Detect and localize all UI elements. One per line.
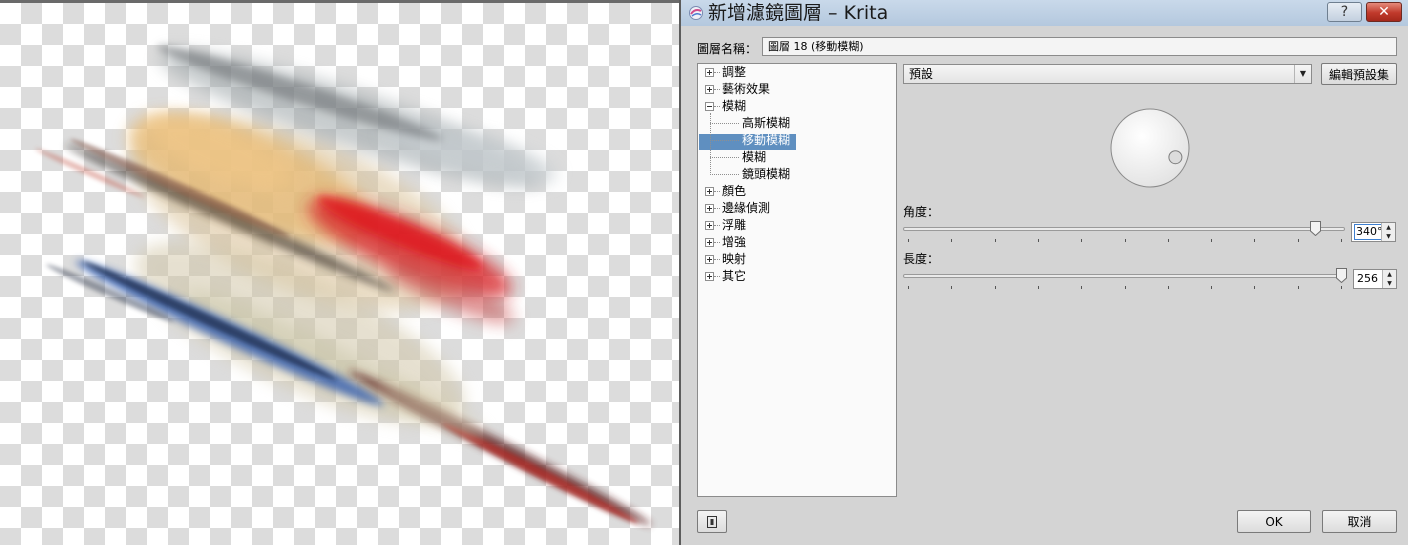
angle-slider-ticks: [908, 239, 1342, 243]
title-bar: 新增濾鏡圖層 – Krita ? ✕: [681, 0, 1408, 26]
spin-up-icon[interactable]: ▲: [1383, 270, 1396, 279]
tree-item-label: 鏡頭模糊: [742, 167, 791, 181]
tree-item-lens-blur[interactable]: 鏡頭模糊: [698, 166, 894, 183]
length-slider-handle[interactable]: [1336, 268, 1347, 283]
slider-tick: [1211, 239, 1212, 242]
angle-label: 角度：: [903, 205, 940, 219]
slider-tick: [1254, 239, 1255, 242]
motion-blur-preview-image: [35, 45, 652, 526]
tree-item-label: 其它: [722, 269, 747, 283]
length-label: 長度：: [903, 252, 940, 266]
tree-item-label: 顏色: [722, 184, 747, 198]
angle-spinbox[interactable]: 340° ▲ ▼: [1351, 222, 1396, 242]
cancel-label: 取消: [1347, 515, 1372, 529]
tree-item-other[interactable]: 其它: [698, 268, 894, 285]
tree-item-blur-filter[interactable]: 模糊: [698, 149, 894, 166]
slider-tick: [908, 286, 909, 289]
spin-down-icon[interactable]: ▼: [1382, 232, 1395, 241]
tree-item-label: 模糊: [722, 99, 747, 113]
tree-item-gaussian-blur[interactable]: 高斯模糊: [698, 115, 894, 132]
dial-knob[interactable]: [1168, 150, 1183, 165]
tree-item-label: 移動模糊: [742, 133, 791, 147]
expand-icon[interactable]: [705, 204, 714, 213]
angle-slider-handle[interactable]: [1310, 221, 1322, 236]
collapse-icon[interactable]: [705, 102, 714, 111]
preview-toggle-button[interactable]: [697, 510, 727, 533]
expand-icon[interactable]: [705, 255, 714, 264]
slider-tick: [995, 239, 996, 242]
expand-icon[interactable]: [705, 272, 714, 281]
preset-dropdown[interactable]: 預設 ▼: [903, 64, 1312, 84]
window-title: 新增濾鏡圖層 – Krita: [708, 2, 889, 24]
krita-icon: [689, 6, 703, 20]
length-slider[interactable]: [903, 274, 1347, 278]
slider-tick: [1211, 286, 1212, 289]
new-filter-layer-dialog: 新增濾鏡圖層 – Krita ? ✕ 圖層名稱： 圖層 18 (移動模糊) 調整…: [681, 0, 1408, 545]
slider-tick: [1298, 286, 1299, 289]
tree-item-label: 增強: [722, 235, 747, 249]
help-icon: ?: [1340, 4, 1349, 20]
slider-tick: [1298, 239, 1299, 242]
angle-value[interactable]: 340°: [1354, 224, 1385, 240]
expand-icon[interactable]: [705, 221, 714, 230]
filter-tree[interactable]: 調整 藝術效果 模糊 高斯模糊 移動模糊 模糊 鏡頭模糊 顏色 邊緣偵測 浮雕 …: [697, 63, 897, 497]
expand-icon[interactable]: [705, 85, 714, 94]
chevron-down-icon[interactable]: ▼: [1294, 65, 1311, 83]
length-value[interactable]: 256: [1357, 272, 1378, 286]
tree-item-label: 高斯模糊: [742, 116, 791, 130]
slider-tick: [1081, 286, 1082, 289]
slider-tick: [1125, 286, 1126, 289]
length-slider-ticks: [908, 286, 1342, 290]
slider-tick: [1168, 239, 1169, 242]
layer-name-label: 圖層名稱：: [697, 42, 758, 56]
preset-selected-value: 預設: [909, 67, 934, 81]
angle-slider[interactable]: [903, 227, 1345, 231]
slider-tick: [1168, 286, 1169, 289]
layer-name-input[interactable]: 圖層 18 (移動模糊): [762, 37, 1397, 56]
slider-tick: [908, 239, 909, 242]
edit-presets-label: 編輯預設集: [1328, 67, 1389, 82]
slider-tick: [951, 239, 952, 242]
tree-item-enhance[interactable]: 增強: [698, 234, 894, 251]
spin-down-icon[interactable]: ▼: [1383, 279, 1396, 288]
slider-tick: [1038, 286, 1039, 289]
slider-tick: [1254, 286, 1255, 289]
tree-item-adjust[interactable]: 調整: [698, 64, 894, 81]
tree-item-artistic[interactable]: 藝術效果: [698, 81, 894, 98]
expand-icon[interactable]: [705, 68, 714, 77]
preview-toggle-icon: [707, 515, 717, 528]
ok-button[interactable]: OK: [1237, 510, 1311, 533]
tree-item-edge-detection[interactable]: 邊緣偵測: [698, 200, 894, 217]
tree-item-label: 藝術效果: [722, 82, 771, 96]
slider-tick: [1038, 239, 1039, 242]
close-button[interactable]: ✕: [1366, 2, 1402, 22]
slider-tick: [995, 286, 996, 289]
edit-presets-button[interactable]: 編輯預設集: [1321, 63, 1397, 85]
tree-item-label: 映射: [722, 252, 747, 266]
tree-item-map[interactable]: 映射: [698, 251, 894, 268]
slider-tick: [1125, 239, 1126, 242]
tree-item-motion-blur[interactable]: 移動模糊: [698, 132, 894, 149]
tree-item-emboss[interactable]: 浮雕: [698, 217, 894, 234]
slider-tick: [951, 286, 952, 289]
close-icon: ✕: [1378, 4, 1390, 20]
tree-item-label: 模糊: [742, 150, 767, 164]
spin-up-icon[interactable]: ▲: [1382, 223, 1395, 232]
tree-item-label: 邊緣偵測: [722, 201, 771, 215]
slider-tick: [1341, 239, 1342, 242]
tree-item-label: 調整: [722, 65, 747, 79]
angle-dial[interactable]: [1109, 107, 1191, 189]
expand-icon[interactable]: [705, 238, 714, 247]
cancel-button[interactable]: 取消: [1322, 510, 1397, 533]
slider-tick: [1341, 286, 1342, 289]
slider-tick: [1081, 239, 1082, 242]
tree-item-label: 浮雕: [722, 218, 747, 232]
image-canvas[interactable]: [0, 0, 679, 545]
expand-icon[interactable]: [705, 187, 714, 196]
ok-label: OK: [1265, 514, 1283, 529]
help-button[interactable]: ?: [1327, 2, 1362, 22]
tree-item-blur[interactable]: 模糊: [698, 98, 894, 115]
tree-item-colors[interactable]: 顏色: [698, 183, 894, 200]
length-spinbox[interactable]: 256 ▲ ▼: [1353, 269, 1397, 289]
